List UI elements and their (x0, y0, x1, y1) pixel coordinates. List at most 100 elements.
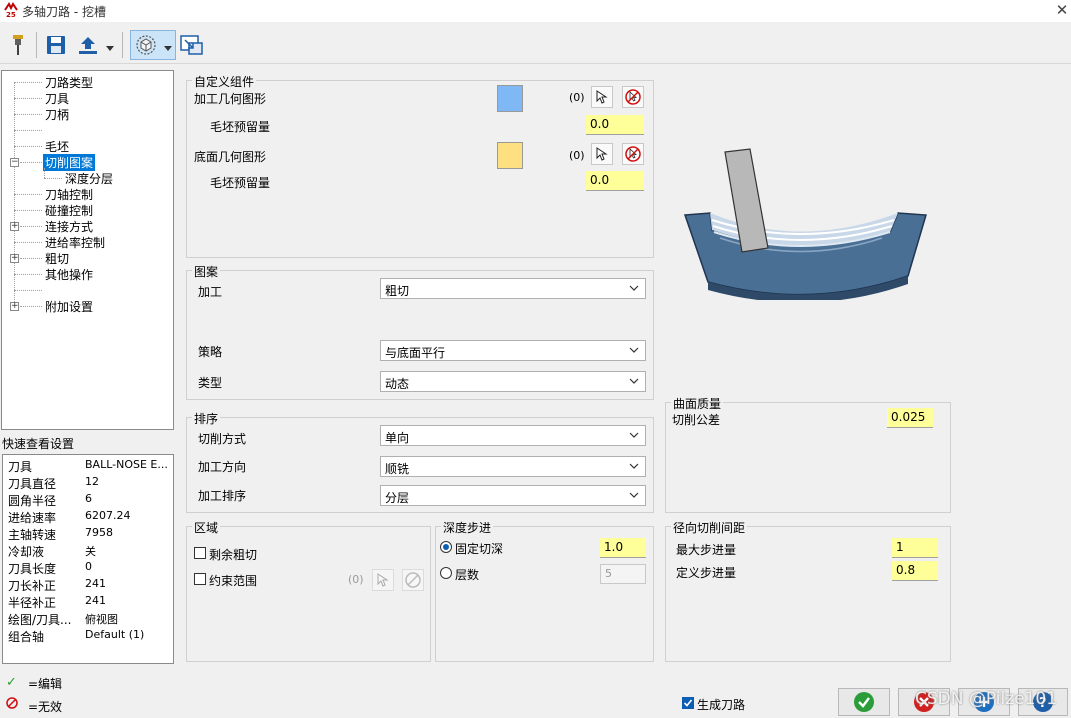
quick-view-key: 圆角半径 (8, 494, 57, 508)
export-icon[interactable] (76, 33, 100, 57)
tree-branch (14, 274, 42, 275)
quick-view-row: 主轴转速 7958 (8, 526, 170, 543)
quick-view-row: 刀具 BALL-NOSE E... (8, 458, 170, 475)
tree-branch (14, 82, 42, 83)
layers-input[interactable]: 5 (600, 564, 646, 584)
tree-expand-icon[interactable]: + (10, 222, 19, 231)
direction-select[interactable]: 顺铣 (380, 456, 646, 477)
quick-view-row: 圆角半径 6 (8, 492, 170, 509)
app-logo: 25 (3, 2, 19, 19)
def-step-label: 定义步进量 (676, 566, 737, 580)
layers-radio[interactable] (440, 567, 452, 579)
tree-item-collision-control[interactable]: 碰撞控制 (45, 202, 93, 219)
tree-expand-icon[interactable]: + (10, 302, 19, 311)
dropdown-arrow-icon[interactable] (106, 41, 114, 51)
quick-view-value: 俯视图 (85, 613, 118, 626)
quick-view-value: BALL-NOSE E... (85, 458, 168, 471)
order-select[interactable]: 分层 (380, 485, 646, 506)
save-icon[interactable] (44, 33, 68, 57)
order-label: 加工排序 (198, 489, 247, 503)
tree-item-holder[interactable]: 刀柄 (45, 106, 69, 123)
direction-label: 加工方向 (198, 460, 247, 474)
machining-geometry-label: 加工几何图形 (194, 92, 267, 106)
quick-view-value: 0 (85, 560, 92, 573)
quick-view-title: 快速查看设置 (2, 437, 75, 451)
tree-item-feed-control[interactable]: 进给率控制 (45, 234, 105, 251)
dropdown-arrow-icon[interactable] (164, 41, 172, 51)
max-step-input[interactable]: 1 (892, 538, 938, 558)
tree-branch (20, 162, 42, 163)
quick-view-value: 7958 (85, 526, 113, 539)
quick-view-value: 12 (85, 475, 99, 488)
machining-geometry-color (497, 85, 523, 112)
chevron-down-icon (629, 285, 639, 291)
tolerance-input[interactable]: 0.025 (887, 408, 933, 428)
clear-selection-icon[interactable] (622, 86, 644, 108)
tree-collapse-icon[interactable]: − (10, 158, 19, 167)
def-step-input[interactable]: 0.8 (892, 561, 938, 581)
constraint-count: (0) (348, 573, 364, 586)
chevron-down-icon (629, 378, 639, 384)
svg-text:25: 25 (6, 11, 16, 18)
chevron-down-icon (629, 492, 639, 498)
ok-button[interactable] (838, 688, 890, 716)
tree-item-linking[interactable]: 连接方式 (45, 218, 93, 235)
region-title: 区域 (192, 519, 221, 536)
clear-selection-icon[interactable] (622, 143, 644, 165)
fixed-depth-input[interactable]: 1.0 (600, 538, 646, 558)
tree-item-additional-settings[interactable]: 附加设置 (45, 298, 93, 315)
cut-method-label: 切削方式 (198, 432, 247, 446)
remaining-rough-label: 剩余粗切 (209, 548, 258, 562)
tree-item-stock[interactable]: 毛坯 (45, 138, 69, 155)
quick-view-row: 进给速率 6207.24 (8, 509, 170, 526)
tree-item-tool-axis-control[interactable]: 刀轴控制 (45, 186, 93, 203)
select-pointer-icon[interactable] (591, 143, 613, 165)
invalid-icon (6, 697, 18, 712)
quick-view-value: 241 (85, 577, 106, 590)
machining-stock-input[interactable]: 0.0 (586, 115, 644, 135)
order-select-value: 分层 (385, 491, 410, 505)
cut-method-select-value: 单向 (385, 431, 410, 445)
strategy-select-value: 与底面平行 (385, 346, 446, 360)
strategy-select[interactable]: 与底面平行 (380, 340, 646, 361)
direction-select-value: 顺铣 (385, 462, 410, 476)
floor-stock-label: 毛坯预留量 (210, 176, 271, 190)
tree-branch (20, 226, 42, 227)
tree-branch (14, 114, 42, 115)
type-select[interactable]: 动态 (380, 371, 646, 392)
machining-select[interactable]: 粗切 (380, 278, 646, 299)
view-cube-icon[interactable] (134, 33, 158, 57)
tree-branch (14, 290, 42, 291)
tree-item-cut-pattern[interactable]: 切削图案 (43, 154, 96, 171)
floor-stock-input[interactable]: 0.0 (586, 171, 644, 191)
surface-quality-title: 曲面质量 (671, 395, 724, 412)
tree-item-tool[interactable]: 刀具 (45, 90, 69, 107)
remaining-rough-checkbox[interactable] (194, 547, 206, 559)
select-pointer-icon[interactable] (372, 569, 394, 591)
quick-view-key: 主轴转速 (8, 528, 57, 542)
tree-line (44, 168, 45, 178)
cut-method-select[interactable]: 单向 (380, 425, 646, 446)
custom-components-title: 自定义组件 (192, 73, 257, 90)
constraint-checkbox[interactable] (194, 573, 206, 585)
max-step-label: 最大步进量 (676, 543, 737, 557)
tree-item-roughing[interactable]: 粗切 (45, 250, 69, 267)
tree-branch (14, 130, 42, 131)
tree-item-depth-cuts[interactable]: 深度分层 (65, 170, 113, 187)
tree-item-toolpath-type[interactable]: 刀路类型 (45, 74, 93, 91)
tree-expand-icon[interactable]: + (10, 254, 19, 263)
window-title: 多轴刀路 - 挖槽 (22, 5, 106, 19)
tool-icon[interactable] (6, 33, 30, 57)
fixed-depth-radio[interactable] (440, 541, 452, 553)
tree-item-other-operations[interactable]: 其他操作 (45, 266, 93, 283)
close-icon[interactable]: ✕ (1054, 1, 1070, 19)
toolbar-separator (122, 32, 123, 58)
select-pointer-icon[interactable] (591, 86, 613, 108)
generate-toolpath-checkbox[interactable] (682, 697, 694, 709)
quick-view-value: 关 (85, 545, 96, 558)
screen-resize-icon[interactable] (180, 33, 204, 57)
machining-label: 加工 (198, 285, 223, 299)
clear-selection-icon[interactable] (402, 569, 424, 591)
machining-select-value: 粗切 (385, 284, 410, 298)
generate-toolpath-label: 生成刀路 (697, 698, 746, 712)
